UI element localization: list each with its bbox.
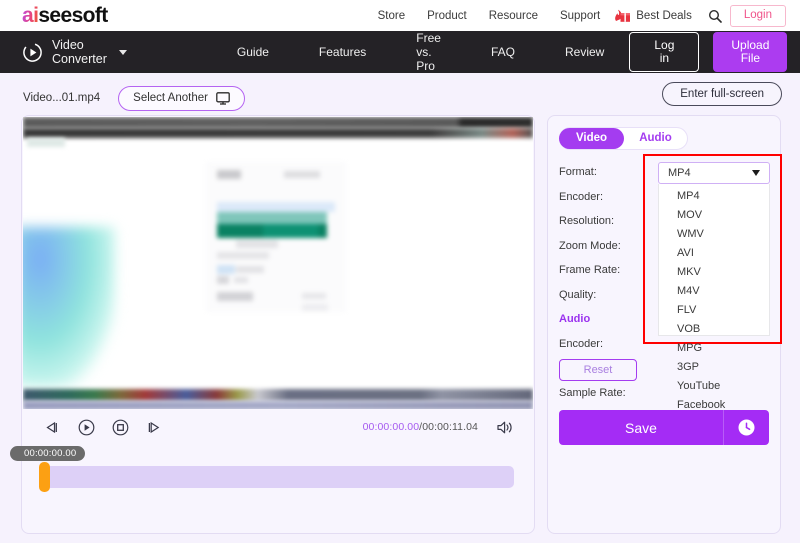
top-nav-item-product[interactable]: Product bbox=[416, 10, 478, 22]
video-preview[interactable] bbox=[23, 117, 533, 409]
tab-audio[interactable]: Audio bbox=[624, 128, 687, 149]
format-option-flv[interactable]: FLV bbox=[659, 301, 769, 320]
fire-gift-icon bbox=[613, 9, 633, 23]
best-deals-label: Best Deals bbox=[636, 9, 692, 22]
search-icon[interactable] bbox=[700, 9, 730, 23]
total-time-label: 00:00:11.04 bbox=[422, 421, 478, 433]
app-nav-buttons: Log in Upload File bbox=[629, 32, 788, 72]
format-option-mpg[interactable]: MPG bbox=[659, 339, 769, 358]
time-display: 00:00:00.00/00:00:11.04 bbox=[363, 421, 478, 433]
chevron-down-icon[interactable] bbox=[118, 49, 127, 55]
transport-controls bbox=[42, 417, 164, 437]
format-options-list[interactable]: MP4 MOV WMV AVI MKV M4V FLV VOB MPG 3GP … bbox=[658, 184, 770, 430]
timeline-track[interactable] bbox=[42, 466, 514, 488]
aiseesoft-logo[interactable]: ai seesoft bbox=[22, 4, 108, 28]
top-nav-item-resource[interactable]: Resource bbox=[478, 10, 549, 22]
player-card: 00:00:00.00/00:00:11.04 00:00:00.00 bbox=[10, 115, 536, 534]
clock-icon[interactable] bbox=[724, 418, 769, 437]
timeline-time-badge: 00:00:00.00 bbox=[10, 446, 86, 461]
media-type-tabs: Video Audio bbox=[559, 127, 688, 150]
select-another-button[interactable]: Select Another bbox=[118, 85, 245, 111]
play-icon[interactable] bbox=[76, 417, 96, 437]
format-select[interactable]: MP4 bbox=[658, 162, 770, 184]
app-root: ai seesoft Store Product Resource Support… bbox=[0, 0, 800, 543]
format-option-wmv[interactable]: WMV bbox=[659, 225, 769, 244]
select-another-label: Select Another bbox=[133, 92, 208, 104]
top-nav-item-store[interactable]: Store bbox=[367, 10, 417, 22]
volume-icon[interactable] bbox=[496, 420, 514, 435]
nav-item-free-vs-pro[interactable]: Free vs. Pro bbox=[391, 31, 466, 73]
video-converter-brand[interactable]: Video Converter bbox=[22, 38, 127, 66]
save-button[interactable]: Save bbox=[559, 420, 723, 436]
video-content-band-bottom2 bbox=[23, 401, 533, 409]
chevron-down-icon bbox=[752, 170, 760, 176]
video-content-chip bbox=[27, 138, 65, 147]
file-name-label: Video...01.mp4 bbox=[23, 92, 101, 104]
format-option-m4v[interactable]: M4V bbox=[659, 282, 769, 301]
logo-seesoft-text: seesoft bbox=[38, 3, 108, 27]
next-frame-icon[interactable] bbox=[144, 417, 164, 437]
reset-button[interactable]: Reset bbox=[559, 359, 637, 381]
format-select-value: MP4 bbox=[668, 167, 691, 179]
timeline-playhead-handle[interactable] bbox=[39, 462, 50, 492]
video-content-band-top bbox=[23, 117, 533, 128]
top-nav-item-support[interactable]: Support bbox=[549, 10, 611, 22]
page-body: Video...01.mp4 Select Another Enter full… bbox=[0, 73, 800, 543]
nav-item-features[interactable]: Features bbox=[294, 45, 391, 59]
best-deals-link[interactable]: Best Deals bbox=[611, 9, 700, 23]
save-bar: Save bbox=[559, 410, 769, 445]
log-in-button[interactable]: Log in bbox=[629, 32, 700, 72]
video-content-document bbox=[206, 162, 346, 312]
play-circle-icon bbox=[22, 42, 43, 63]
format-option-vob[interactable]: VOB bbox=[659, 320, 769, 339]
video-content-gradient-blob bbox=[23, 227, 115, 387]
top-header-bar: ai seesoft Store Product Resource Support… bbox=[0, 0, 800, 31]
nav-item-faq[interactable]: FAQ bbox=[466, 45, 540, 59]
login-button-top[interactable]: Login bbox=[729, 4, 786, 27]
top-nav: Store Product Resource Support Best Deal… bbox=[367, 4, 786, 27]
format-option-mov[interactable]: MOV bbox=[659, 206, 769, 225]
format-option-mp4[interactable]: MP4 bbox=[659, 187, 769, 206]
upload-file-button[interactable]: Upload File bbox=[713, 32, 788, 72]
app-nav-bar: Video Converter Guide Features Free vs. … bbox=[0, 31, 800, 73]
current-time-label: 00:00:00.00 bbox=[362, 421, 420, 433]
previous-frame-icon[interactable] bbox=[42, 417, 62, 437]
app-nav-links: Guide Features Free vs. Pro FAQ Review bbox=[212, 31, 629, 73]
player-controls: 00:00:00.00/00:00:11.04 bbox=[22, 409, 536, 445]
enter-fullscreen-button[interactable]: Enter full-screen bbox=[662, 82, 782, 106]
nav-item-guide[interactable]: Guide bbox=[212, 45, 294, 59]
video-converter-label: Video Converter bbox=[52, 38, 107, 66]
format-option-mkv[interactable]: MKV bbox=[659, 263, 769, 282]
nav-item-review[interactable]: Review bbox=[540, 45, 629, 59]
format-option-3gp[interactable]: 3GP bbox=[659, 358, 769, 377]
monitor-icon bbox=[216, 91, 230, 105]
video-content-band-bottom bbox=[23, 389, 533, 401]
settings-panel: Video Audio Format: Encoder: Resolution:… bbox=[547, 115, 782, 534]
time-and-volume: 00:00:00.00/00:00:11.04 bbox=[363, 420, 514, 435]
format-option-youtube[interactable]: YouTube bbox=[659, 377, 769, 396]
stop-icon[interactable] bbox=[110, 417, 130, 437]
logo-ai-text: ai bbox=[22, 3, 39, 27]
label-sample-rate: Sample Rate: bbox=[559, 386, 626, 399]
tab-video[interactable]: Video bbox=[559, 128, 624, 149]
video-content-band-top2 bbox=[23, 128, 533, 138]
format-option-avi[interactable]: AVI bbox=[659, 244, 769, 263]
